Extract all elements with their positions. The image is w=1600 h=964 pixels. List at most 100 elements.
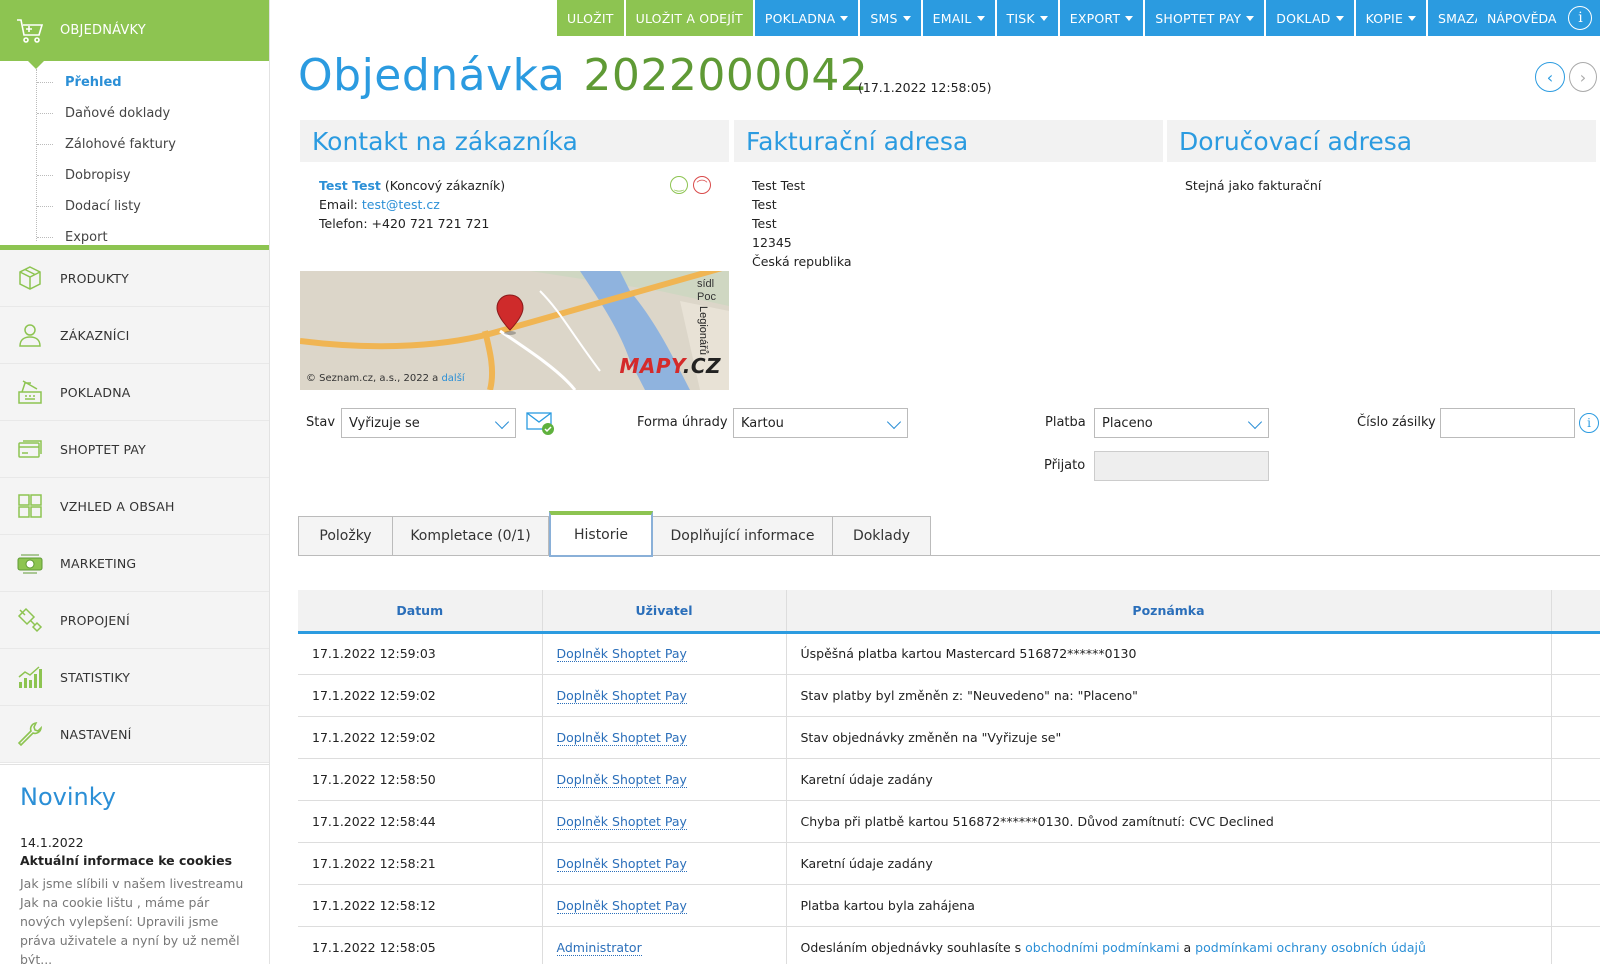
customer-phone: +420 721 721 721 — [371, 216, 490, 231]
received-label: Přijato — [1044, 458, 1086, 473]
tab-additional-info[interactable]: Doplňující informace — [653, 516, 833, 556]
caret-down-icon — [1039, 15, 1048, 21]
user-link[interactable]: Administrator — [556, 939, 642, 956]
date-cell: 17.1.2022 12:58:21 — [298, 842, 543, 885]
news-heading: Novinky — [20, 783, 116, 811]
cash-register-menu-button[interactable]: POKLADNA — [754, 0, 859, 36]
shoptet-pay-menu-button[interactable]: SHOPTET PAY — [1145, 0, 1265, 36]
email-menu-button[interactable]: EMAIL — [922, 0, 995, 36]
subnav-export[interactable]: Export — [0, 222, 269, 253]
cart-icon — [0, 17, 60, 45]
next-order-button[interactable]: › — [1569, 62, 1597, 92]
mapy-logo: MAPY.CZ — [619, 354, 721, 378]
sidebar-item-settings[interactable]: NASTAVENÍ — [0, 706, 269, 763]
status-label: Stav — [306, 415, 336, 430]
customer-map[interactable]: sídl Poc Legionářů © Seznam.cz, a.s., 20… — [300, 271, 729, 390]
chevron-down-icon — [1247, 414, 1263, 430]
caret-down-icon — [1335, 15, 1344, 21]
user-link[interactable]: Doplněk Shoptet Pay — [556, 813, 687, 830]
svg-text:sídl: sídl — [697, 278, 714, 290]
subnav-overview[interactable]: Přehled — [0, 67, 269, 98]
terms-link[interactable]: obchodními podmínkami — [1025, 940, 1179, 955]
sidebar-item-appearance[interactable]: VZHLED A OBSAH — [0, 478, 269, 535]
customer-name-link[interactable]: Test Test — [319, 178, 381, 193]
svg-text:Poc: Poc — [697, 291, 716, 303]
sidebar: OBJEDNÁVKY Přehled Daňové doklady Záloho… — [0, 0, 270, 964]
table-row: 17.1.2022 12:58:50 Doplněk Shoptet Pay Kar… — [298, 758, 1600, 801]
order-date: (17.1.2022 12:58:05) — [858, 80, 992, 95]
print-menu-button[interactable]: TISK — [996, 0, 1058, 36]
sidebar-item-orders[interactable]: OBJEDNÁVKY — [0, 0, 269, 69]
sms-menu-button[interactable]: SMS — [860, 0, 921, 36]
user-link[interactable]: Doplněk Shoptet Pay — [556, 897, 687, 914]
copy-menu-button[interactable]: KOPIE — [1355, 0, 1427, 36]
save-and-exit-button[interactable]: ULOŽIT A ODEJÍT — [625, 0, 753, 36]
document-menu-button[interactable]: DOKLAD — [1266, 0, 1354, 36]
news-title[interactable]: Aktuální informace ke cookies — [20, 853, 249, 868]
subnav-delivery-notes[interactable]: Dodací listy — [0, 191, 269, 222]
payment-method-select[interactable]: Kartou — [733, 408, 908, 438]
note-cell: Stav objednávky změněn na "Vyřizuje se" — [786, 716, 1552, 759]
sidebar-item-customers[interactable]: ZÁKAZNÍCI — [0, 307, 269, 364]
date-cell: 17.1.2022 12:59:02 — [298, 674, 543, 717]
info-icon[interactable]: i — [1579, 413, 1599, 433]
box-icon — [0, 264, 60, 292]
user-icon — [0, 321, 60, 349]
column-header-user[interactable]: Uživatel — [542, 590, 787, 634]
sidebar-item-cash-register[interactable]: POKLADNA — [0, 364, 269, 421]
svg-text:Legionářů: Legionářů — [697, 306, 709, 355]
payment-status-label: Platba — [1045, 415, 1086, 430]
customer-email-link[interactable]: test@test.cz — [362, 197, 440, 212]
tab-documents[interactable]: Doklady — [833, 516, 931, 556]
export-menu-button[interactable]: EXPORT — [1059, 0, 1144, 36]
orders-subnav: Přehled Daňové doklady Zálohové faktury … — [0, 61, 269, 250]
chart-icon — [0, 663, 60, 691]
sidebar-item-products[interactable]: PRODUKTY — [0, 250, 269, 307]
user-link[interactable]: Doplněk Shoptet Pay — [556, 646, 687, 662]
sidebar-item-integrations[interactable]: PROPOJENÍ — [0, 592, 269, 649]
chevron-down-icon — [886, 414, 902, 430]
map-more-link[interactable]: další — [441, 373, 464, 384]
save-button[interactable]: ULOŽIT — [557, 0, 624, 36]
subnav-tax-documents[interactable]: Daňové doklady — [0, 98, 269, 129]
caret-down-icon — [976, 15, 985, 21]
chevron-down-icon — [494, 414, 510, 430]
sidebar-item-marketing[interactable]: MARKETING — [0, 535, 269, 592]
cash-register-icon — [0, 378, 60, 406]
frown-icon[interactable]: ⌒ — [693, 176, 711, 194]
billing-address: Test Test Test Test 12345 Česká republik… — [752, 178, 852, 269]
note-cell: Chyba při platbě kartou 516872******0130… — [786, 800, 1552, 843]
tab-history[interactable]: Historie — [549, 511, 653, 557]
tab-items[interactable]: Položky — [298, 516, 393, 556]
tracking-number-input[interactable] — [1440, 408, 1575, 438]
user-link[interactable]: Doplněk Shoptet Pay — [556, 687, 687, 704]
layout-icon — [0, 492, 60, 520]
tracking-number-label: Číslo zásilky — [1357, 415, 1436, 430]
table-row: 17.1.2022 12:59:03 Doplněk Shoptet Pay Úsp… — [298, 632, 1600, 675]
note-cell: Stav platby byl změněn z: "Neuvedeno" na… — [786, 674, 1552, 717]
delivery-heading: Doručovací adresa — [1167, 120, 1596, 162]
delivery-address: Stejná jako fakturační — [1185, 178, 1322, 193]
tab-completion[interactable]: Kompletace (0/1) — [393, 516, 549, 556]
sidebar-item-label: OBJEDNÁVKY — [60, 23, 146, 38]
subnav-advance-invoices[interactable]: Zálohové faktury — [0, 129, 269, 160]
user-link[interactable]: Doplněk Shoptet Pay — [556, 855, 687, 872]
subnav-credit-notes[interactable]: Dobropisy — [0, 160, 269, 191]
date-cell: 17.1.2022 12:58:12 — [298, 884, 543, 927]
table-row: 17.1.2022 12:59:02 Doplněk Shoptet Pay Sta… — [298, 716, 1600, 759]
smile-icon[interactable]: ‿ — [670, 176, 688, 194]
payment-status-select[interactable]: Placeno — [1094, 408, 1269, 438]
help-button[interactable]: NÁPOVĚDA i — [1477, 0, 1600, 36]
sidebar-item-statistics[interactable]: STATISTIKY — [0, 649, 269, 706]
user-link[interactable]: Doplněk Shoptet Pay — [556, 729, 687, 746]
prev-order-button[interactable]: ‹ — [1535, 62, 1565, 92]
send-status-email-icon[interactable] — [526, 410, 556, 440]
column-header-note[interactable]: Poznámka — [786, 590, 1552, 634]
privacy-link[interactable]: podmínkami ochrany osobních údajů — [1195, 940, 1426, 955]
column-header-date[interactable]: Datum — [298, 590, 543, 634]
user-link[interactable]: Doplněk Shoptet Pay — [556, 771, 687, 788]
sidebar-item-shoptet-pay[interactable]: SHOPTET PAY — [0, 421, 269, 478]
note-cell: Platba kartou byla zahájena — [786, 884, 1552, 927]
marketing-icon — [0, 549, 60, 577]
status-select[interactable]: Vyřizuje se — [341, 408, 516, 438]
